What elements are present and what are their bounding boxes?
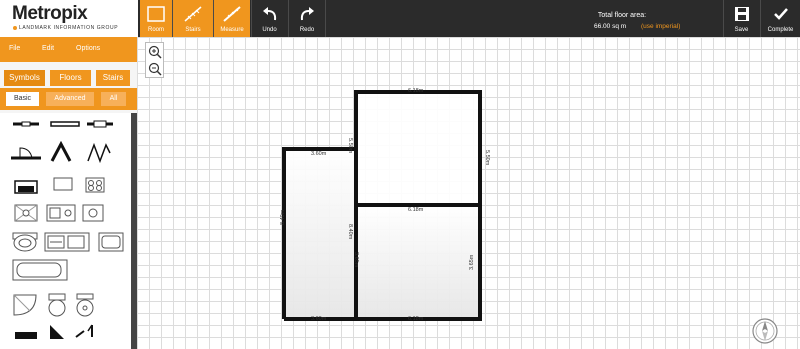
dim-middle-wall: 6.18m (408, 207, 424, 213)
dim-left-room-left: 8.40m (280, 209, 286, 225)
dim-inner-wall-upper: 8.40m (347, 224, 353, 240)
room-bottom-right[interactable] (356, 205, 480, 319)
room-top-right[interactable] (356, 92, 480, 205)
floor-plan: 6.18m 5.50m 5.50m 3.60m 6.18m 8.40m 8.40… (280, 88, 490, 322)
dim-right-lower: 3.65m (469, 254, 475, 270)
dim-mid-left-vertical: 5.50m (347, 138, 353, 154)
dim-top-right-room: 6.18m (408, 88, 424, 94)
dim-left-room-top: 3.60m (311, 151, 327, 157)
dim-bottom-left: 3.60m (311, 316, 327, 322)
room-left[interactable] (284, 149, 356, 319)
dim-bottom-right: 6.18m (408, 316, 424, 322)
dim-inner-wall-lower: 3.65m (353, 252, 359, 268)
dim-right-upper: 5.50m (484, 150, 490, 166)
compass-icon[interactable] (752, 318, 778, 344)
